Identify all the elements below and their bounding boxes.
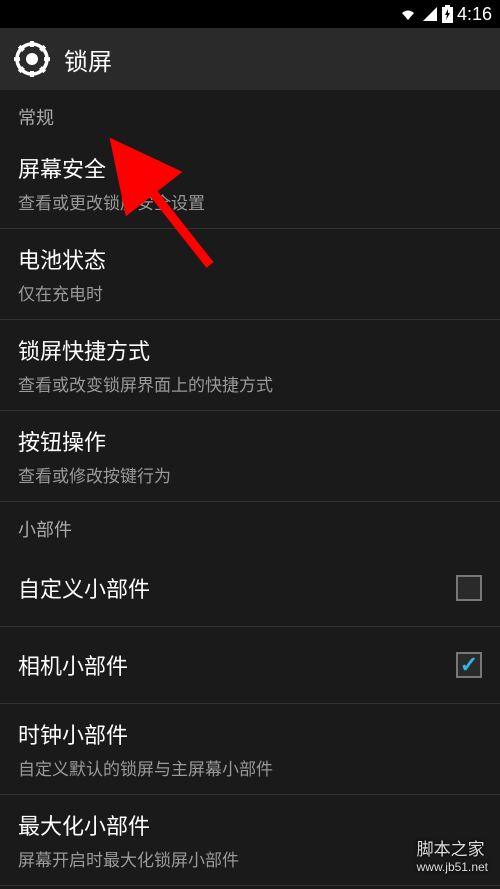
wifi-icon	[398, 6, 418, 22]
setting-title: 时钟小部件	[18, 718, 482, 750]
signal-icon	[422, 6, 438, 22]
setting-subtitle: 屏幕开启时最大化锁屏小部件	[18, 846, 482, 871]
status-bar: 4:16	[0, 0, 500, 28]
setting-clock-widget[interactable]: 时钟小部件 自定义默认的锁屏与主屏幕小部件	[0, 704, 500, 795]
section-header-general: 常规	[0, 90, 500, 138]
section-header-widgets: 小部件	[0, 502, 500, 550]
setting-battery-status[interactable]: 电池状态 仅在充电时	[0, 229, 500, 320]
setting-title: 屏幕安全	[18, 152, 482, 184]
setting-lockscreen-shortcuts[interactable]: 锁屏快捷方式 查看或改变锁屏界面上的快捷方式	[0, 320, 500, 411]
setting-title: 按钮操作	[18, 425, 482, 457]
setting-title: 自定义小部件	[18, 572, 150, 604]
setting-subtitle: 自定义默认的锁屏与主屏幕小部件	[18, 755, 482, 780]
setting-subtitle: 仅在充电时	[18, 280, 482, 305]
status-icons: 4:16	[398, 4, 492, 25]
battery-charging-icon	[442, 5, 453, 23]
checkbox-custom-widget[interactable]	[456, 575, 482, 601]
setting-custom-widget[interactable]: 自定义小部件	[0, 550, 500, 627]
settings-list: 常规 屏幕安全 查看或更改锁屏安全设置 电池状态 仅在充电时 锁屏快捷方式 查看…	[0, 90, 500, 886]
setting-camera-widget[interactable]: 相机小部件	[0, 627, 500, 704]
setting-title: 电池状态	[18, 243, 482, 275]
status-time: 4:16	[457, 4, 492, 25]
setting-title: 相机小部件	[18, 649, 128, 681]
setting-screen-security[interactable]: 屏幕安全 查看或更改锁屏安全设置	[0, 138, 500, 229]
setting-title: 最大化小部件	[18, 809, 482, 841]
watermark-brand: 脚本之家	[417, 840, 485, 859]
setting-button-actions[interactable]: 按钮操作 查看或修改按键行为	[0, 411, 500, 502]
settings-gear-icon	[14, 41, 50, 77]
setting-subtitle: 查看或更改锁屏安全设置	[18, 189, 482, 214]
setting-subtitle: 查看或修改按键行为	[18, 462, 482, 487]
watermark: 脚本之家 www.jb51.net	[417, 835, 488, 874]
app-header: 锁屏	[0, 28, 500, 90]
page-title: 锁屏	[64, 42, 112, 77]
checkbox-camera-widget[interactable]	[456, 652, 482, 678]
setting-title: 锁屏快捷方式	[18, 334, 482, 366]
watermark-url: www.jb51.net	[417, 860, 488, 874]
setting-subtitle: 查看或改变锁屏界面上的快捷方式	[18, 371, 482, 396]
